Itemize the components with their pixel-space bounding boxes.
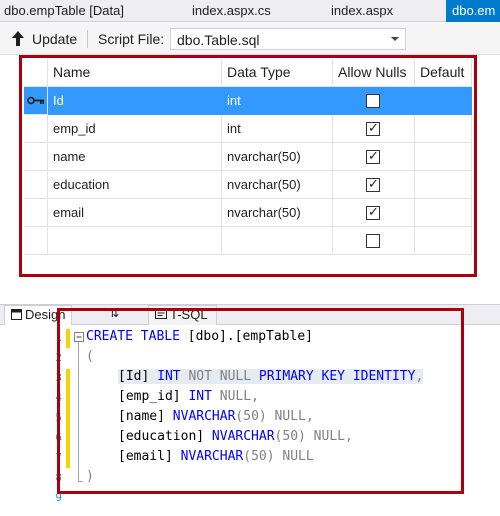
tab-index-aspx[interactable]: index.aspx	[331, 0, 393, 22]
design-icon	[11, 309, 22, 320]
script-file-label: Script File:	[98, 31, 165, 47]
toolbar-separator	[87, 30, 88, 48]
chevron-down-icon	[391, 37, 399, 41]
update-arrow-icon	[12, 31, 24, 46]
tab-index-aspx-cs[interactable]: index.aspx.cs	[192, 0, 271, 22]
document-tab-bar: dbo.empTable [Data] index.aspx.cs index.…	[0, 0, 500, 22]
code-highlight-box	[57, 308, 464, 494]
script-file-value: dbo.Table.sql	[177, 32, 260, 48]
tab-dbo-emptable-design[interactable]: dbo.em	[446, 0, 500, 22]
tab-emptable-data[interactable]: dbo.empTable [Data]	[4, 0, 124, 22]
grid-highlight-box	[19, 55, 477, 277]
script-file-dropdown[interactable]: dbo.Table.sql	[170, 28, 406, 50]
designer-toolbar: Update Script File: dbo.Table.sql	[0, 23, 500, 55]
update-button[interactable]: Update	[32, 31, 77, 47]
